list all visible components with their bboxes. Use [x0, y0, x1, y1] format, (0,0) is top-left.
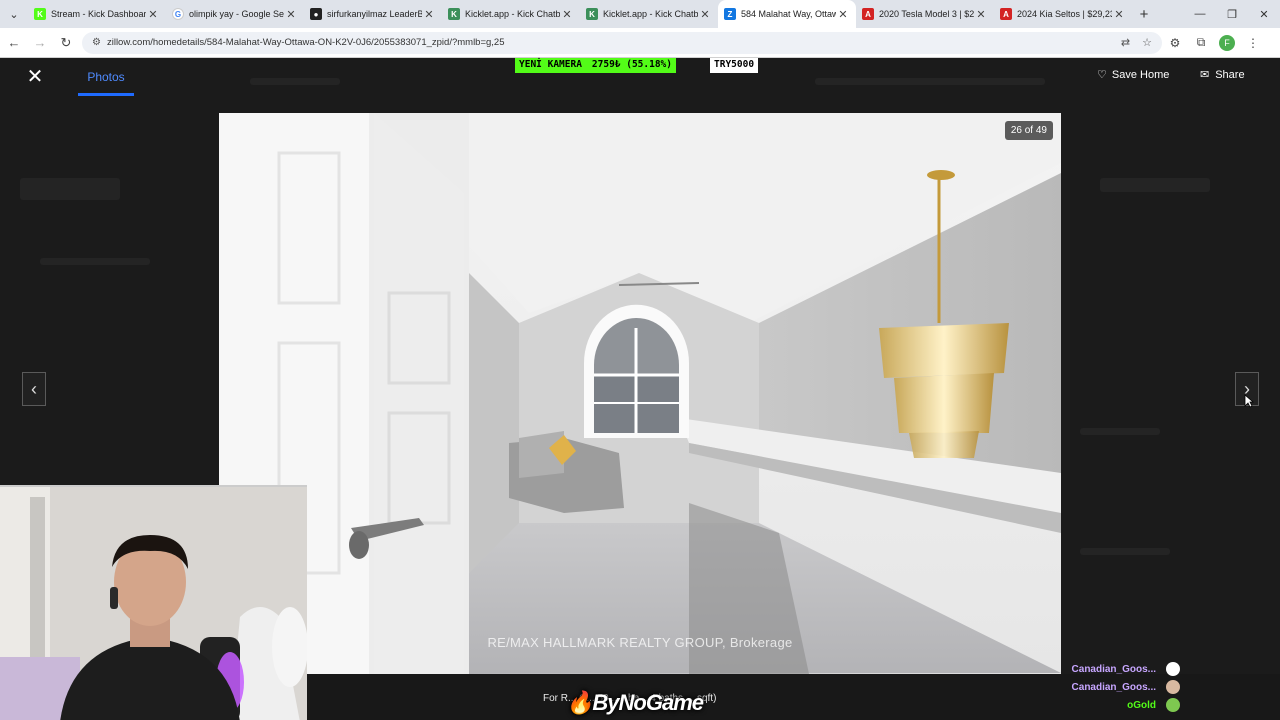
zillow-icon: Z — [724, 8, 736, 20]
mouse-cursor-icon — [1244, 394, 1254, 408]
save-home-button[interactable]: ♡ Save Home — [1097, 68, 1170, 82]
logo-text: ByNoGame — [592, 690, 704, 715]
maximize-icon[interactable]: ❐ — [1216, 0, 1248, 28]
tab-close-icon[interactable]: ✕ — [560, 8, 574, 21]
tab-title: Stream - Kick Dashboard — [51, 9, 146, 19]
save-home-label: Save Home — [1111, 68, 1170, 81]
puzzle-extensions-icon[interactable]: ⧉ — [1188, 35, 1214, 50]
photo-counter: 26 of 49 — [1004, 121, 1053, 140]
back-arrow-icon[interactable]: ← — [2, 31, 26, 55]
minimize-icon[interactable]: — — [1184, 0, 1216, 28]
kick-icon: K — [34, 8, 46, 20]
webcam-image — [0, 487, 307, 720]
goal-amount: 2759₺ (55.18%) — [585, 58, 676, 73]
backdrop-text — [1080, 548, 1170, 555]
new-tab-button[interactable]: + — [1132, 6, 1156, 23]
tab-close-icon[interactable]: ✕ — [698, 8, 712, 21]
chat-message: Canadian_Goos... — [1020, 678, 1180, 696]
github-icon: ● — [310, 8, 322, 20]
tab-title: 2020 Tesla Model 3 | $29 — [879, 9, 974, 19]
tab-title: olimpik yay - Google Sear — [189, 9, 284, 19]
site-info-icon[interactable]: ⚙ — [92, 37, 101, 48]
browser-tabstrip: ⌄ K Stream - Kick Dashboard ✕ Golimpik yay … — [0, 0, 1280, 28]
autotrader-icon: A — [862, 8, 874, 20]
chat-emote-icon — [1166, 698, 1180, 712]
url-text: zillow.com/homedetails/584-Malahat-Way-O… — [106, 37, 505, 48]
tab-list: K Stream - Kick Dashboard ✕ Golimpik yay - … — [28, 0, 1132, 28]
brokerage-watermark: RE/MAX HALLMARK REALTY GROUP, Brokerage — [487, 635, 793, 650]
donation-goal-banner: YENİ KAMERA 2759₺ (55.18%) TRY5000 — [515, 58, 759, 73]
chat-username: Canadian_Goos... — [1071, 681, 1156, 693]
tab-close-icon[interactable]: ✕ — [422, 8, 436, 21]
browser-tab[interactable]: K Stream - Kick Dashboard ✕ — [28, 0, 166, 28]
reload-icon[interactable]: ↻ — [54, 31, 78, 55]
tab-title: 2024 Kia Seltos | $29,235 — [1017, 9, 1112, 19]
chat-username: Canadian_Goos... — [1071, 663, 1156, 675]
translate-icon[interactable]: ⇄ — [1121, 36, 1130, 49]
backdrop-text — [40, 258, 150, 265]
browser-toolbar: ← → ↻ ⚙ zillow.com/homedetails/584-Malah… — [0, 28, 1280, 58]
kebab-menu-icon[interactable]: ⋮ — [1240, 36, 1266, 50]
webcam-feed — [0, 485, 307, 720]
browser-tab[interactable]: A 2020 Tesla Model 3 | $29 ✕ — [856, 0, 994, 28]
bynogame-logo: 🔥ByNoGame — [566, 690, 704, 716]
heart-icon: ♡ — [1097, 69, 1107, 81]
chat-emote-icon — [1166, 662, 1180, 676]
share-label: Share — [1215, 68, 1245, 81]
chat-username: oGold — [1127, 699, 1156, 711]
tab-close-icon[interactable]: ✕ — [146, 8, 160, 21]
tab-photos[interactable]: Photos — [78, 62, 134, 96]
close-window-icon[interactable]: ✕ — [1248, 0, 1280, 28]
browser-tab[interactable]: K Kicklet.app - Kick Chatbo ✕ — [580, 0, 718, 28]
share-button[interactable]: ✉ Share — [1200, 68, 1245, 82]
browser-tab[interactable]: Golimpik yay - Google Sear ✕ — [166, 0, 304, 28]
tab-close-icon[interactable]: ✕ — [284, 8, 298, 21]
browser-tab[interactable]: ● sirfurkanyilmaz LeaderBo ✕ — [304, 0, 442, 28]
chat-emote-icon — [1166, 680, 1180, 694]
mail-icon: ✉ — [1200, 69, 1210, 81]
bookmark-star-icon[interactable]: ☆ — [1142, 36, 1152, 49]
backdrop-text — [1080, 428, 1160, 435]
browser-tab[interactable]: Z 584 Malahat Way, Ottawa ✕ — [718, 0, 856, 28]
window-controls: — ❐ ✕ — [1184, 0, 1280, 28]
tab-title: Kicklet.app - Kick Chatbo — [603, 9, 698, 19]
google-icon: G — [172, 8, 184, 20]
chat-message: Canadian_Goos... — [1020, 660, 1180, 678]
backdrop-button — [20, 178, 120, 200]
forward-arrow-icon[interactable]: → — [28, 31, 52, 55]
backdrop-text — [1100, 178, 1210, 192]
camera-goal-label: YENİ KAMERA — [515, 58, 586, 73]
tab-title: sirfurkanyilmaz LeaderBo — [327, 9, 422, 19]
tab-title: 584 Malahat Way, Ottawa — [741, 9, 836, 19]
goal-target: TRY5000 — [710, 58, 759, 73]
extension-icon[interactable]: ⚙ — [1162, 36, 1188, 50]
browser-tab[interactable]: A 2024 Kia Seltos | $29,235 ✕ — [994, 0, 1132, 28]
room-photo-image — [219, 113, 1061, 674]
tab-search-button[interactable]: ⌄ — [0, 0, 28, 28]
flame-icon: 🔥 — [566, 690, 593, 715]
tab-close-icon[interactable]: ✕ — [836, 8, 850, 21]
address-bar[interactable]: ⚙ zillow.com/homedetails/584-Malahat-Way… — [82, 31, 1162, 54]
prev-photo-button[interactable]: ‹ — [22, 372, 46, 406]
kicklet-icon: K — [448, 8, 460, 20]
kicklet-icon: K — [586, 8, 598, 20]
tab-title: Kicklet.app - Kick Chatbo — [465, 9, 560, 19]
browser-tab[interactable]: K Kicklet.app - Kick Chatbo ✕ — [442, 0, 580, 28]
chevron-left-icon: ‹ — [31, 378, 37, 399]
stream-chat-overlay: Canadian_Goos... Canadian_Goos... oGold — [1020, 660, 1180, 714]
tab-close-icon[interactable]: ✕ — [974, 8, 988, 21]
close-icon[interactable]: ✕ — [24, 66, 46, 88]
profile-avatar[interactable]: F — [1219, 34, 1235, 51]
tab-close-icon[interactable]: ✕ — [1112, 8, 1126, 21]
chat-message: oGold — [1020, 696, 1180, 714]
listing-photo: 26 of 49 RE/MAX HALLMARK REALTY GROUP, B… — [219, 113, 1061, 674]
autotrader-icon: A — [1000, 8, 1012, 20]
